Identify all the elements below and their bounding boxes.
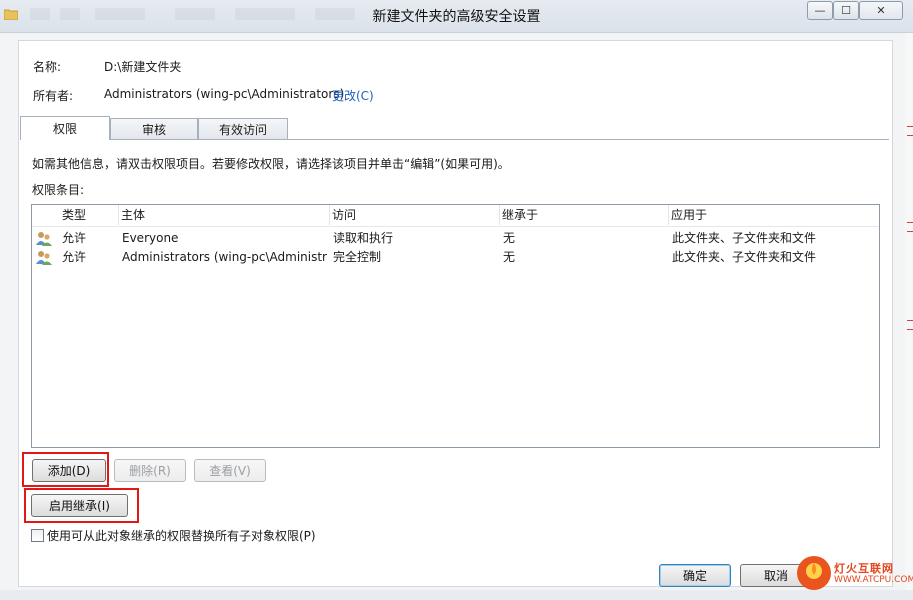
column-header-principal[interactable]: 主体 <box>121 205 330 225</box>
maximize-icon: ☐ <box>841 4 851 17</box>
tab-label: 审核 <box>141 122 166 137</box>
maximize-button[interactable]: ☐ <box>833 1 859 20</box>
list-header: 类型 主体 访问 继承于 应用于 <box>32 205 879 227</box>
watermark-url: WWW.ATCPU.COM <box>834 575 913 585</box>
owner-value: Administrators (wing-pc\Administrators) <box>104 87 345 101</box>
cell-type: 允许 <box>62 250 87 264</box>
cell-type: 允许 <box>62 231 87 245</box>
add-button[interactable]: 添加(D) <box>32 459 106 482</box>
close-button[interactable]: ✕ <box>859 1 903 20</box>
column-header-access[interactable]: 访问 <box>332 205 500 225</box>
cell-access: 读取和执行 <box>333 231 394 245</box>
tab-permissions[interactable]: 权限 <box>20 116 110 140</box>
permissions-hint: 如需其他信息，请双击权限项目。若要修改权限，请选择该项目并单击“编辑”(如果可用… <box>32 157 510 171</box>
owner-label: 所有者: <box>33 89 74 103</box>
edge-mark <box>907 320 913 330</box>
tab-auditing[interactable]: 审核 <box>110 118 198 140</box>
column-header-label: 类型 <box>62 208 87 222</box>
cell-applies-to: 此文件夹、子文件夹和文件 <box>672 231 817 245</box>
permission-entries-list[interactable]: 类型 主体 访问 继承于 应用于 允许 Everyone 读取和执行 无 此文件… <box>31 204 880 448</box>
cell-principal: Administrators (wing-pc\Administr... <box>122 250 327 264</box>
users-icon <box>36 251 52 265</box>
cell-principal: Everyone <box>122 231 179 245</box>
permission-entries-label: 权限条目: <box>32 183 85 197</box>
replace-child-permissions-checkbox[interactable] <box>31 529 44 542</box>
column-header-label: 应用于 <box>671 208 708 222</box>
close-icon: ✕ <box>876 4 886 17</box>
cell-inherited-from: 无 <box>503 231 516 245</box>
cell-applies-to: 此文件夹、子文件夹和文件 <box>672 250 817 264</box>
table-row[interactable]: 允许 Everyone 读取和执行 无 此文件夹、子文件夹和文件 <box>32 229 879 248</box>
title-bar: 新建文件夹的高级安全设置 — ☐ ✕ <box>0 0 913 33</box>
column-header-type[interactable]: 类型 <box>62 205 119 225</box>
window-title: 新建文件夹的高级安全设置 <box>372 9 541 25</box>
tab-label: 有效访问 <box>218 122 267 137</box>
remove-button[interactable]: 删除(R) <box>114 459 186 482</box>
column-header-applies-to[interactable]: 应用于 <box>671 205 878 225</box>
table-row[interactable]: 允许 Administrators (wing-pc\Administr... … <box>32 248 879 267</box>
view-button[interactable]: 查看(V) <box>194 459 266 482</box>
tab-effective-access[interactable]: 有效访问 <box>198 118 288 140</box>
edge-mark <box>907 222 913 232</box>
watermark-text: 灯火互联网 <box>834 562 894 575</box>
ok-button[interactable]: 确定 <box>659 564 731 587</box>
minimize-icon: — <box>814 4 826 17</box>
users-icon <box>36 232 52 246</box>
cell-inherited-from: 无 <box>503 250 516 264</box>
enable-inheritance-button[interactable]: 启用继承(I) <box>31 494 128 517</box>
column-header-label: 主体 <box>121 208 146 222</box>
minimize-button[interactable]: — <box>807 1 833 20</box>
column-header-label: 访问 <box>332 208 357 222</box>
name-label: 名称: <box>33 60 62 74</box>
replace-child-permissions-label: 使用可从此对象继承的权限替换所有子对象权限(P) <box>47 529 316 543</box>
tab-label: 权限 <box>52 122 77 136</box>
right-edge <box>905 33 913 600</box>
change-owner-link[interactable]: 更改(C) <box>332 87 374 104</box>
bottom-edge <box>0 590 913 600</box>
watermark-logo-icon <box>797 556 831 590</box>
edge-mark <box>907 126 913 136</box>
column-header-label: 继承于 <box>502 208 539 222</box>
cell-access: 完全控制 <box>333 250 382 264</box>
name-value: D:\新建文件夹 <box>104 60 182 74</box>
column-header-inherited-from[interactable]: 继承于 <box>502 205 669 225</box>
